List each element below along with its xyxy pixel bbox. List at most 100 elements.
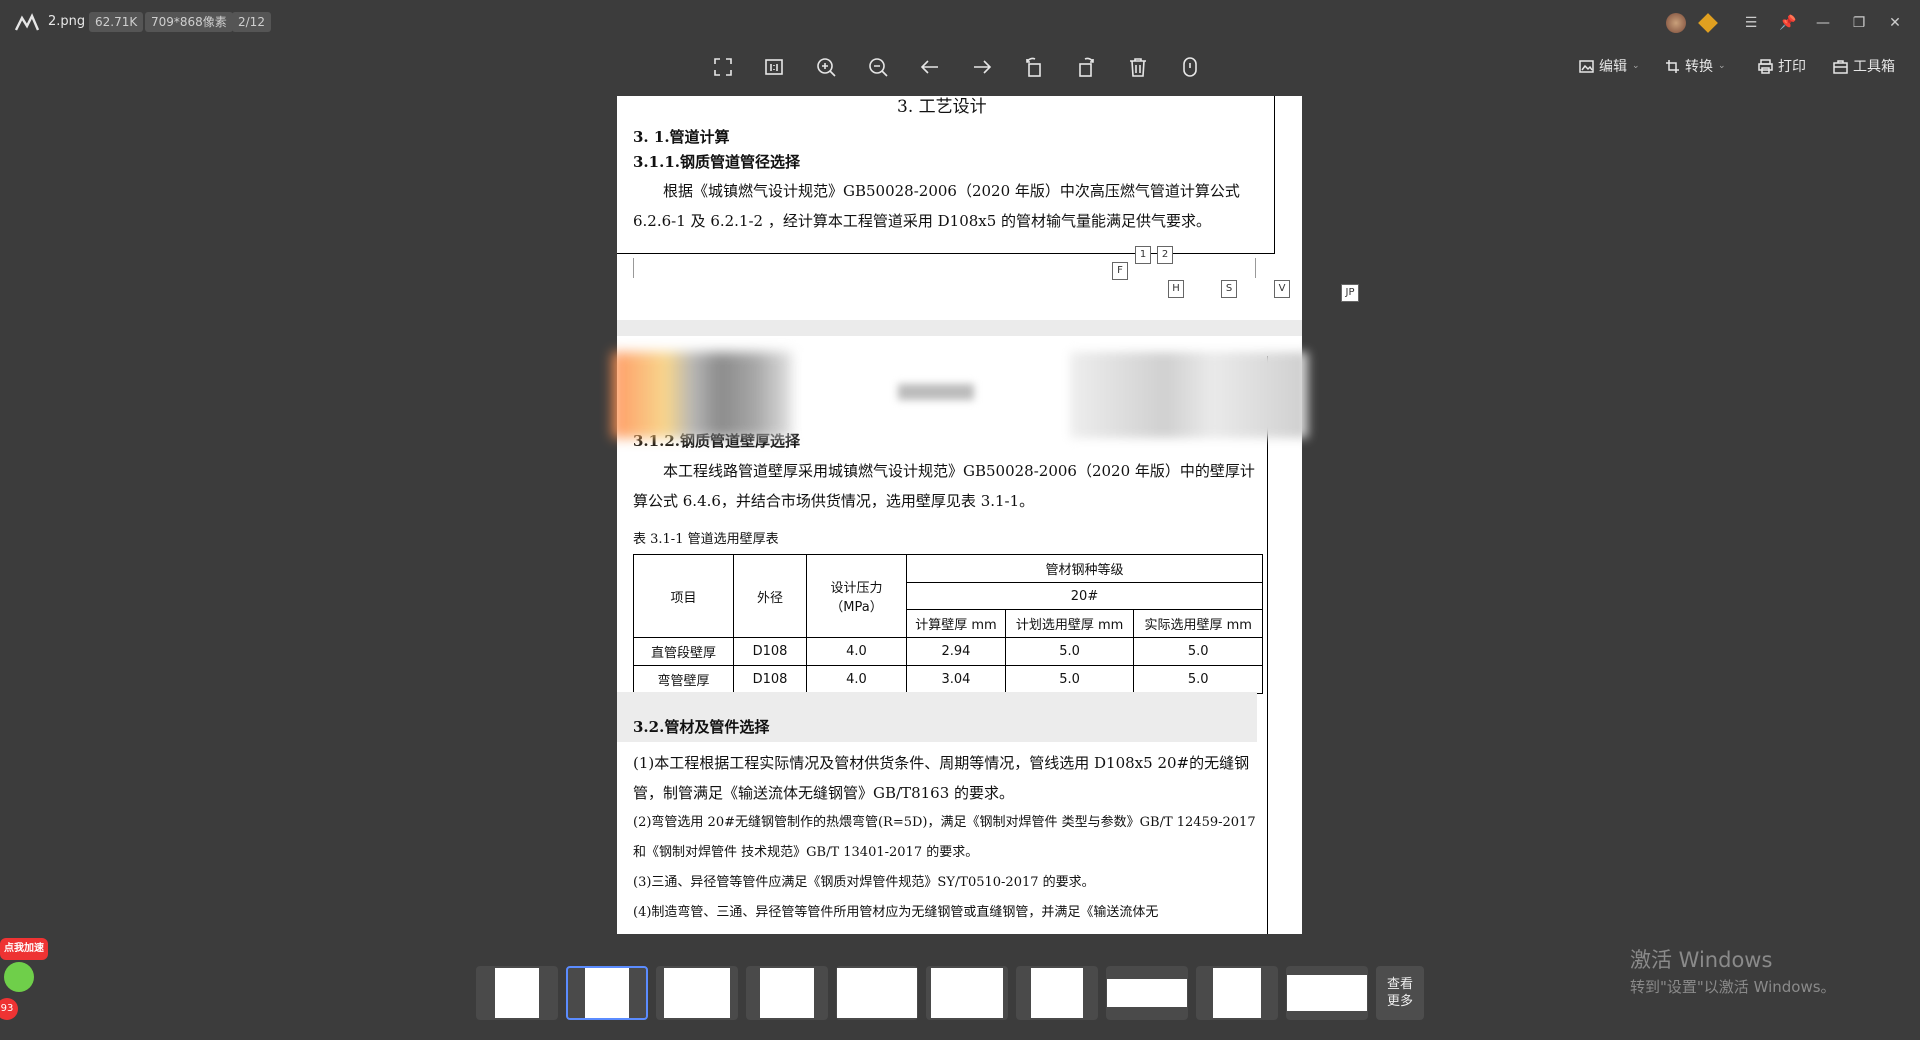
table-cell: 4.0 — [806, 637, 907, 666]
close-icon[interactable]: ✕ — [1884, 12, 1906, 34]
file-size-chip: 62.71K — [89, 12, 144, 32]
marker-v: V — [1274, 280, 1290, 298]
minimize-icon[interactable]: — — [1812, 12, 1834, 34]
zoom-in-icon[interactable] — [812, 53, 840, 81]
zoom-out-icon[interactable] — [864, 53, 892, 81]
paragraph-3-2-1: (1)本工程根据工程实际情况及管材供货条件、周期等情况，管线选用 D108x5 … — [633, 754, 1250, 802]
restore-icon[interactable]: ❐ — [1848, 12, 1870, 34]
pin-icon[interactable]: 📌 — [1777, 12, 1799, 34]
page-border — [617, 253, 1275, 254]
delete-icon[interactable] — [1124, 53, 1152, 81]
image-dimensions-chip: 709*868像素 — [145, 12, 233, 32]
heading-3-1: 3. 1.管道计算 — [633, 128, 730, 146]
thumbnail[interactable] — [476, 966, 558, 1020]
redacted-region — [1070, 352, 1308, 438]
document-image[interactable]: 3. 工艺设计 3. 1.管道计算 3.1.1.钢质管道管径选择 根据《城镇燃气… — [617, 96, 1302, 934]
windows-activation-watermark: 激活 Windows 转到"设置"以激活 Windows。 — [1630, 948, 1836, 996]
thumbnail[interactable] — [746, 966, 828, 1020]
table-row: 弯管壁厚 D108 4.0 3.04 5.0 5.0 — [633, 665, 1263, 694]
chevron-down-icon: ⌄ — [1718, 61, 1726, 71]
vip-badge-icon[interactable] — [1697, 12, 1719, 34]
section-title: 3. 工艺设计 — [897, 97, 987, 117]
table-header: 计算壁厚 mm — [906, 609, 1006, 638]
redacted-region — [612, 352, 792, 438]
table-cell: 5.0 — [1133, 665, 1263, 694]
table-cell: 弯管壁厚 — [633, 665, 734, 694]
next-icon[interactable] — [968, 53, 996, 81]
file-name: 2.png — [48, 14, 86, 29]
menu-icon[interactable]: ☰ — [1740, 12, 1762, 34]
print-button[interactable]: 打印 — [1758, 55, 1806, 77]
fullscreen-icon[interactable] — [709, 53, 737, 81]
wall-thickness-table: 项目 外径 设计压力（MPa） 管材钢种等级 20# 计算壁厚 mm 计划选用壁… — [633, 554, 1263, 694]
accelerator-widget[interactable]: 点我加速 93 — [0, 938, 52, 1040]
table-header: 计划选用壁厚 mm — [1004, 609, 1135, 638]
table-cell: D108 — [733, 665, 807, 694]
title-bar: 2.png 62.71K 709*868像素 2/12 ☰ 📌 — ❐ ✕ — [0, 0, 1920, 46]
info-icon[interactable] — [1176, 53, 1204, 81]
table-cell: 5.0 — [1133, 637, 1263, 666]
table-cell: 2.94 — [906, 637, 1006, 666]
page-footer: 1 2 F H S V — [617, 246, 1302, 318]
user-avatar[interactable] — [1665, 12, 1687, 34]
convert-button[interactable]: 转换 ⌄ — [1665, 55, 1726, 77]
table-header: 项目 — [633, 554, 734, 638]
marker-2: 2 — [1157, 246, 1173, 264]
mascot-icon — [4, 962, 34, 992]
thumbnail[interactable] — [656, 966, 738, 1020]
rotate-right-icon[interactable] — [1072, 53, 1100, 81]
actual-size-icon[interactable] — [760, 53, 788, 81]
chevron-down-icon: ⌄ — [1632, 61, 1640, 71]
marker-jp: JP — [1341, 284, 1359, 302]
table-caption: 表 3.1-1 管道选用壁厚表 — [633, 532, 779, 547]
image-edit-icon — [1579, 59, 1594, 73]
marker-1: 1 — [1135, 246, 1151, 264]
page-counter-chip: 2/12 — [232, 12, 271, 32]
rotate-left-icon[interactable] — [1020, 53, 1048, 81]
table-cell: 直管段壁厚 — [633, 637, 734, 666]
thumbnail[interactable] — [1106, 966, 1188, 1020]
page-gap — [617, 320, 1302, 336]
thumbnail[interactable] — [1016, 966, 1098, 1020]
page-border — [1267, 356, 1268, 934]
paragraph-3-2-4: (4)制造弯管、三通、异径管等管件所用管材应为无缝钢管或直缝钢管，并满足《输送流… — [633, 905, 1159, 920]
table-cell: 3.04 — [906, 665, 1006, 694]
view-more-button[interactable]: 查看 更多 — [1376, 966, 1424, 1020]
app-logo-icon — [14, 13, 40, 31]
paragraph-3-1-1: 根据《城镇燃气设计规范》GB50028-2006（2020 年版）中次高压燃气管… — [633, 182, 1240, 230]
paragraph-3-2-3: (3)三通、异径管等管件应满足《钢质对焊管件规范》SY/T0510-2017 的… — [633, 875, 1095, 890]
heading-3-2: 3.2.管材及管件选择 — [633, 718, 770, 736]
heading-3-1-1: 3.1.1.钢质管道管径选择 — [633, 153, 800, 171]
toolbox-icon — [1833, 59, 1848, 74]
paragraph-3-1-2: 本工程线路管道壁厚采用城镇燃气设计规范》GB50028-2006（2020 年版… — [633, 462, 1255, 510]
toolbox-button[interactable]: 工具箱 — [1833, 55, 1895, 77]
thumbnail[interactable] — [926, 966, 1008, 1020]
crop-icon — [1666, 59, 1679, 73]
marker-f: F — [1112, 262, 1128, 280]
accelerate-badge: 点我加速 — [0, 938, 48, 960]
notification-count: 93 — [0, 998, 18, 1020]
table-header: 管材钢种等级 — [906, 554, 1263, 583]
table-row: 直管段壁厚 D108 4.0 2.94 5.0 5.0 — [633, 637, 1263, 666]
table-header: 设计压力（MPa） — [806, 554, 907, 638]
redacted-region — [802, 352, 1066, 438]
previous-icon[interactable] — [916, 53, 944, 81]
marker-s: S — [1221, 280, 1237, 298]
table-cell: 4.0 — [806, 665, 907, 694]
thumbnail[interactable] — [836, 966, 918, 1020]
page-border — [1274, 96, 1275, 254]
thumbnail[interactable] — [1196, 966, 1278, 1020]
thumbnail-active[interactable] — [566, 966, 648, 1020]
table-cell: 5.0 — [1004, 665, 1135, 694]
table-header: 20# — [906, 582, 1263, 610]
thumbnail-strip: 查看 更多 — [476, 966, 1424, 1020]
paragraph-3-2-2: (2)弯管选用 20#无缝钢管制作的热煨弯管(R=5D)，满足《钢制对焊管件 类… — [633, 815, 1256, 860]
printer-icon — [1758, 58, 1773, 74]
table-header: 实际选用壁厚 mm — [1133, 609, 1263, 638]
table-header: 外径 — [733, 554, 807, 638]
thumbnail[interactable] — [1286, 966, 1368, 1020]
table-cell: D108 — [733, 637, 807, 666]
marker-h: H — [1168, 280, 1184, 298]
edit-button[interactable]: 编辑 ⌄ — [1579, 55, 1640, 77]
table-cell: 5.0 — [1004, 637, 1135, 666]
